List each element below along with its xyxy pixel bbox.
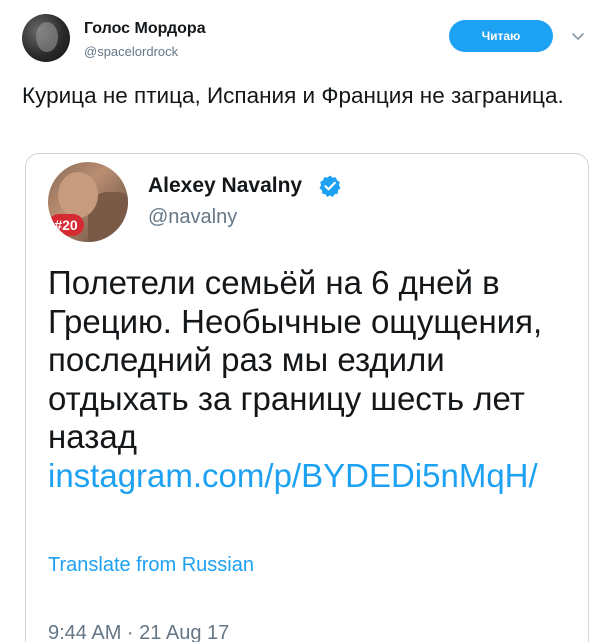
avatar-badge: #20	[48, 214, 84, 236]
quoted-tweet-card[interactable]: #20 Alexey Navalny @navalny Полетели сем…	[25, 153, 589, 642]
tweet-header: Голос Мордора @spacelordrock Читаю	[22, 14, 602, 64]
tweet-text: Курица не птица, Испания и Франция не за…	[22, 83, 564, 108]
tweet-page: Голос Мордора @spacelordrock Читаю Куриц…	[0, 0, 612, 642]
author-handle[interactable]: @spacelordrock	[84, 44, 178, 59]
quoted-text-body: Полетели семьёй на 6 дней в Грецию. Необ…	[48, 264, 543, 455]
quoted-author-name[interactable]: Alexey Navalny	[148, 174, 302, 198]
quoted-tweet-text: Полетели семьёй на 6 дней в Грецию. Необ…	[48, 264, 578, 495]
tweet-timestamp[interactable]: 9:44 AM · 21 Aug 17	[48, 622, 229, 642]
instagram-link[interactable]: instagram.com/p/BYDEDi5nMqH/	[48, 457, 538, 494]
author-avatar[interactable]	[22, 14, 70, 62]
quoted-author-handle[interactable]: @navalny	[148, 206, 237, 229]
author-name[interactable]: Голос Мордора	[84, 20, 206, 38]
verified-badge-icon	[319, 175, 341, 197]
avatar-face	[36, 22, 58, 52]
following-button[interactable]: Читаю	[449, 20, 553, 52]
chevron-down-icon[interactable]	[570, 28, 586, 44]
quoted-author-avatar[interactable]: #20	[48, 162, 128, 242]
translate-link[interactable]: Translate from Russian	[48, 554, 254, 577]
avatar-head	[58, 172, 98, 218]
